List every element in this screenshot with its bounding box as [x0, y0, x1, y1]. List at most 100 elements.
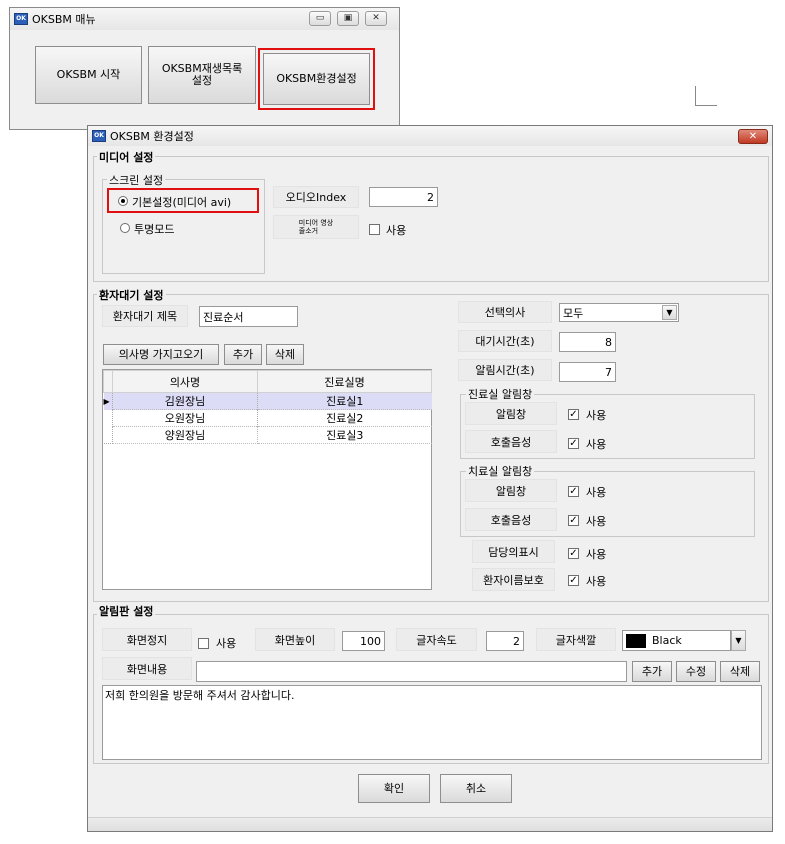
- settings-close-button[interactable]: ✕: [738, 129, 768, 144]
- fetch-doctors-button[interactable]: 의사명 가지고오기: [103, 344, 219, 365]
- wait-time-field[interactable]: 8: [559, 332, 616, 352]
- status-strip: [88, 817, 772, 831]
- chevron-down-icon[interactable]: ▼: [662, 305, 677, 320]
- color-swatch: [626, 633, 646, 648]
- clinic-alert-checkbox[interactable]: ✓: [568, 409, 579, 420]
- alert-time-label: 알림시간(초): [458, 359, 552, 381]
- privacy-use: 사용: [586, 575, 607, 588]
- screen-content-label: 화면내용: [102, 657, 192, 680]
- clinic-call-sound-label: 호출음성: [465, 430, 557, 453]
- menu-title: OKSBM 매뉴: [32, 13, 96, 26]
- clinic-call-sound-use: 사용: [586, 438, 607, 451]
- settings-title: OKSBM 환경설정: [110, 130, 194, 143]
- screen-content-field[interactable]: [196, 661, 627, 682]
- media-remove-use-label: 사용: [386, 224, 407, 237]
- env-settings-button[interactable]: OKSBM환경설정: [263, 53, 370, 105]
- doctor-grid[interactable]: 의사명 진료실명 ▶ 김원장님 진료실1 오원장님 진료실2 양원장님 진료실3: [102, 369, 432, 590]
- clinic-alert-label: 진료실 알림창: [466, 386, 535, 402]
- treat-call-sound-label: 호출음성: [465, 508, 557, 531]
- table-row[interactable]: 오원장님 진료실2: [103, 409, 432, 427]
- screen-settings-label: 스크린 설정: [107, 172, 166, 188]
- maximize-button[interactable]: ▣: [337, 11, 359, 26]
- cancel-button[interactable]: 취소: [440, 774, 512, 803]
- audio-index-label: 오디오Index: [273, 186, 359, 208]
- transparent-mode-label: 투명모드: [134, 223, 175, 236]
- board-delete-button[interactable]: 삭제: [720, 661, 760, 682]
- text-speed-label: 글자속도: [396, 628, 477, 651]
- treat-call-sound-use: 사용: [586, 515, 607, 528]
- audio-index-field[interactable]: 2: [369, 187, 438, 207]
- app-icon: OK: [14, 13, 28, 25]
- grid-corner: [103, 370, 113, 393]
- media-settings-label: 미디어 설정: [97, 149, 156, 165]
- message-list[interactable]: 저희 한의원을 방문해 주셔서 감사합니다.: [102, 685, 762, 760]
- room-cell: 진료실1: [326, 395, 364, 408]
- screen-stop-checkbox[interactable]: [198, 638, 209, 649]
- room-cell: 진료실2: [257, 409, 432, 427]
- close-button[interactable]: ✕: [365, 11, 387, 26]
- table-row[interactable]: 양원장님 진료실3: [103, 426, 432, 444]
- treat-alert-window-label: 알림창: [465, 479, 557, 502]
- settings-app-icon: OK: [92, 130, 106, 142]
- chevron-down-icon[interactable]: ▼: [731, 630, 746, 651]
- row-header-cell: [103, 426, 113, 444]
- board-edit-button[interactable]: 수정: [676, 661, 716, 682]
- default-mode-radio[interactable]: [118, 196, 128, 206]
- column-header-room[interactable]: 진료실명: [257, 370, 432, 393]
- clinic-alert-use: 사용: [586, 409, 607, 422]
- add-doctor-button[interactable]: 추가: [224, 344, 262, 365]
- text-color-label: 글자색깔: [536, 628, 616, 651]
- column-header-doctor[interactable]: 의사명: [112, 370, 258, 393]
- screen-stop-use: 사용: [216, 637, 237, 650]
- waiting-settings-label: 환자대기 설정: [97, 287, 166, 303]
- message-item[interactable]: 저희 한의원을 방문해 주셔서 감사합니다.: [105, 687, 759, 703]
- privacy-checkbox[interactable]: ✓: [568, 575, 579, 586]
- treat-alert-checkbox[interactable]: ✓: [568, 486, 579, 497]
- show-doctor-use: 사용: [586, 548, 607, 561]
- text-color-dropdown[interactable]: Black ▼: [622, 630, 746, 651]
- media-remove-label: 미디어 영상 줄소거: [273, 215, 359, 239]
- screen-stop-label: 화면정지: [102, 628, 192, 651]
- treat-alert-label: 치료실 알림창: [466, 463, 535, 479]
- start-button[interactable]: OKSBM 시작: [35, 46, 142, 104]
- text-speed-field[interactable]: 2: [486, 631, 524, 651]
- treat-call-sound-checkbox[interactable]: ✓: [568, 515, 579, 526]
- select-doctor-value: 모두: [563, 306, 584, 320]
- minimize-button[interactable]: ▭: [309, 11, 331, 26]
- playlist-settings-button[interactable]: OKSBM재생목록 설정: [148, 46, 256, 104]
- delete-doctor-button[interactable]: 삭제: [266, 344, 304, 365]
- privacy-label: 환자이름보호: [472, 568, 555, 591]
- media-remove-checkbox[interactable]: [369, 224, 380, 235]
- select-doctor-dropdown[interactable]: 모두 ▼: [559, 303, 679, 322]
- treat-alert-use: 사용: [586, 486, 607, 499]
- room-cell: 진료실3: [257, 426, 432, 444]
- wait-time-label: 대기시간(초): [458, 330, 552, 352]
- table-row[interactable]: ▶ 김원장님 진료실1: [103, 392, 432, 410]
- alert-time-field[interactable]: 7: [559, 362, 616, 382]
- transparent-mode-radio[interactable]: [120, 223, 130, 233]
- waiting-title-field[interactable]: 진료순서: [199, 306, 298, 327]
- show-doctor-checkbox[interactable]: ✓: [568, 548, 579, 559]
- screen-height-field[interactable]: 100: [342, 631, 385, 651]
- ok-button[interactable]: 확인: [358, 774, 430, 803]
- board-settings-label: 알림판 설정: [97, 603, 156, 619]
- default-mode-label: 기본설정(미디어 avi): [132, 196, 232, 209]
- clinic-alert-window-label: 알림창: [465, 402, 557, 425]
- row-header-cell: [103, 409, 113, 427]
- clinic-call-sound-checkbox[interactable]: ✓: [568, 438, 579, 449]
- resize-corner-mark: [695, 86, 717, 106]
- waiting-title-label: 환자대기 제목: [102, 305, 188, 327]
- row-pointer-icon: ▶: [103, 392, 113, 410]
- select-doctor-label: 선택의사: [458, 301, 552, 323]
- text-color-value: Black: [652, 634, 682, 647]
- doctor-cell: 김원장님: [112, 392, 258, 410]
- doctor-cell: 양원장님: [112, 426, 258, 444]
- settings-window: OK OKSBM 환경설정 ✕ 미디어 설정 스크린 설정 기본설정(미디어 a…: [87, 125, 773, 832]
- doctor-table: 의사명 진료실명 ▶ 김원장님 진료실1 오원장님 진료실2 양원장님 진료실3: [103, 370, 432, 444]
- settings-titlebar: OK OKSBM 환경설정: [88, 126, 772, 146]
- doctor-cell: 오원장님: [112, 409, 258, 427]
- screen-height-label: 화면높이: [255, 628, 335, 651]
- board-add-button[interactable]: 추가: [632, 661, 672, 682]
- show-doctor-label: 담당의표시: [472, 540, 555, 563]
- menu-window: OK OKSBM 매뉴 ▭ ▣ ✕ OKSBM 시작 OKSBM재생목록 설정 …: [9, 7, 400, 130]
